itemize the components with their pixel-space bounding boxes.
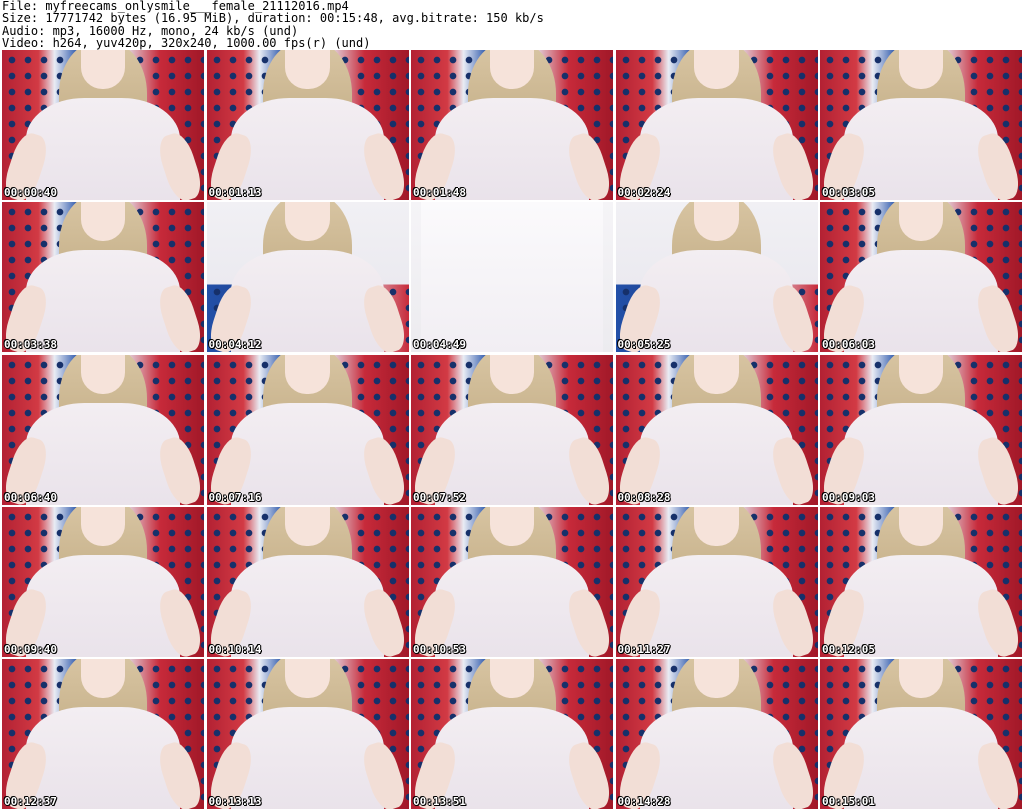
- thumbnail: 00:09:40: [2, 506, 204, 657]
- video-info-line: Video: h264, yuv420p, 320x240, 1000.00 f…: [2, 36, 371, 51]
- thumbnail-timestamp: 00:15:01: [822, 795, 875, 808]
- thumbnail-timestamp: 00:05:25: [617, 338, 671, 352]
- thumbnail-timestamp: 00:04:12: [208, 338, 262, 352]
- thumbnail: 00:09:03: [820, 354, 1022, 505]
- thumbnail: 00:00:40: [2, 50, 204, 200]
- thumbnail: 00:12:05: [820, 506, 1022, 657]
- thumbnail-timestamp: 00:11:27: [617, 642, 671, 656]
- thumbnail: 00:06:03: [820, 202, 1022, 353]
- thumbnail-timestamp: 00:12:05: [822, 642, 875, 656]
- thumbnail: 00:10:53: [411, 506, 613, 657]
- thumbnail: 00:03:05: [820, 50, 1022, 200]
- thumbnail-timestamp: 00:10:14: [208, 642, 262, 656]
- thumbnail-timestamp: 00:04:49: [413, 338, 466, 352]
- thumbnail-timestamp: 00:03:05: [822, 186, 875, 199]
- thumbnail: 00:14:28: [615, 659, 818, 809]
- thumbnail: 00:07:52: [411, 354, 613, 505]
- thumbnail-timestamp: 00:07:52: [413, 490, 466, 504]
- thumbnail-timestamp: 00:09:03: [822, 490, 875, 504]
- thumbnail-grid: 00:00:40 00:01:13 00:01:48 00:02:24 00:0…: [2, 50, 1022, 809]
- thumbnail-timestamp: 00:10:53: [413, 642, 466, 656]
- thumbnail-timestamp: 00:13:13: [208, 795, 262, 808]
- thumbnail: 00:03:38: [2, 202, 204, 353]
- thumbnail: 00:02:24: [615, 50, 818, 200]
- thumbnail-timestamp: 00:14:28: [617, 795, 671, 808]
- thumbnail: 00:08:28: [615, 354, 818, 505]
- thumbnail: 00:04:49: [411, 202, 613, 353]
- thumbnail-timestamp: 00:02:24: [617, 186, 671, 199]
- thumbnail-timestamp: 00:09:40: [4, 642, 57, 656]
- thumbnail: 00:13:51: [411, 659, 613, 809]
- thumbnail-timestamp: 00:07:16: [208, 490, 262, 504]
- thumbnail-timestamp: 00:06:03: [822, 338, 875, 352]
- thumbnail: 00:01:48: [411, 50, 613, 200]
- thumbnail: 00:01:13: [206, 50, 409, 200]
- thumbnail-timestamp: 00:13:51: [413, 795, 466, 808]
- thumbnail-timestamp: 00:03:38: [4, 338, 57, 352]
- thumbnail: 00:10:14: [206, 506, 409, 657]
- thumbnail-timestamp: 00:12:37: [4, 795, 57, 808]
- thumbnail: 00:06:40: [2, 354, 204, 505]
- thumbnail-timestamp: 00:01:13: [208, 186, 262, 199]
- thumbnail: 00:04:12: [206, 202, 409, 353]
- thumbnail-timestamp: 00:01:48: [413, 186, 466, 199]
- thumbnail: 00:12:37: [2, 659, 204, 809]
- thumbnail: 00:13:13: [206, 659, 409, 809]
- thumbnail: 00:11:27: [615, 506, 818, 657]
- thumbnail: 00:15:01: [820, 659, 1022, 809]
- file-size-line: Size: 17771742 bytes (16.95 MiB), durati…: [2, 11, 544, 26]
- thumbnail-timestamp: 00:08:28: [617, 490, 671, 504]
- thumbnail: 00:07:16: [206, 354, 409, 505]
- thumbnail: 00:05:25: [615, 202, 818, 353]
- thumbnail-timestamp: 00:00:40: [4, 186, 57, 199]
- thumbnail-timestamp: 00:06:40: [4, 490, 57, 504]
- file-info-header: File: myfreecams_onlysmile___female_2111…: [2, 0, 1022, 50]
